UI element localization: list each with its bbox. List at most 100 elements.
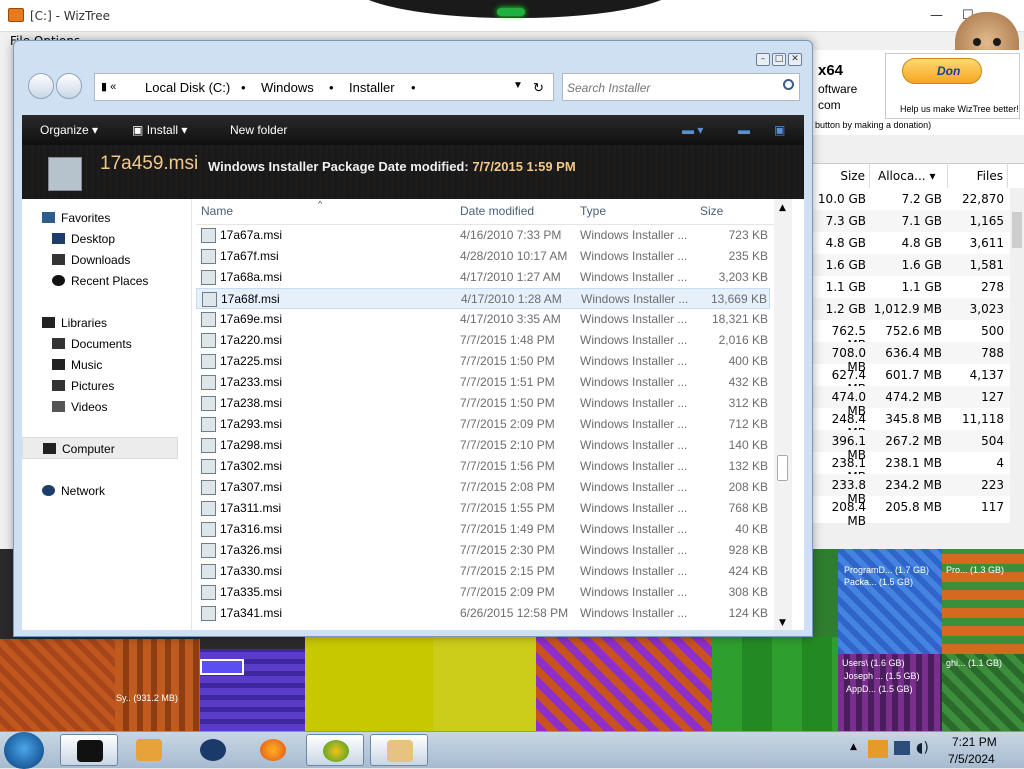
nav-network[interactable]: Network (42, 484, 105, 498)
nav-music[interactable]: Music (52, 358, 102, 372)
file-row[interactable]: 17a238.msi 7/7/2015 1:50 PM Windows Instal… (196, 393, 770, 414)
file-row[interactable]: 17a293.msi 7/7/2015 2:09 PM Windows Instal… (196, 414, 770, 435)
close-button[interactable]: ✕ (788, 53, 802, 66)
wiztree-row[interactable]: 4.8 GB 4.8 GB 3,611 (812, 232, 1024, 254)
taskbar-media-player[interactable] (120, 734, 178, 766)
search-icon[interactable] (783, 79, 794, 90)
file-row[interactable]: 17a220.msi 7/7/2015 1:48 PM Windows Instal… (196, 330, 770, 351)
minimize-icon[interactable]: — (930, 8, 943, 23)
view-icon[interactable]: ▬ ▾ (682, 123, 703, 137)
file-row[interactable]: 17a335.msi 7/7/2015 2:09 PM Windows Instal… (196, 582, 770, 603)
wiztree-row[interactable]: 7.3 GB 7.1 GB 1,165 (812, 210, 1024, 232)
file-row[interactable]: 17a67a.msi 4/16/2010 7:33 PM Windows Insta… (196, 225, 770, 246)
file-row[interactable]: 17a225.msi 7/7/2015 1:50 PM Windows Instal… (196, 351, 770, 372)
wiztree-row[interactable]: 396.1 MB 267.2 MB 504 (812, 430, 1024, 462)
wiztree-row[interactable]: 708.0 MB 636.4 MB 788 (812, 342, 1024, 374)
install-button[interactable]: ▣ Install ▾ (132, 123, 187, 137)
nav-pictures[interactable]: Pictures (52, 379, 114, 393)
clock-time[interactable]: 7:21 PM (952, 735, 997, 749)
scroll-thumb[interactable] (777, 455, 788, 481)
column-size[interactable]: Size (812, 164, 870, 188)
wiztree-row[interactable]: 762.5 MB752.6 MB500 (812, 320, 1024, 352)
taskbar-app-1[interactable] (60, 734, 118, 766)
tray-app-icon[interactable] (868, 740, 888, 758)
crumb-installer[interactable]: Installer (349, 80, 395, 95)
taskbar-firefox[interactable] (244, 734, 302, 766)
volume-icon[interactable]: ◖) (916, 740, 929, 756)
new-folder-button[interactable]: New folder (230, 123, 287, 137)
start-button[interactable] (4, 732, 44, 769)
donate-button[interactable]: Don (902, 58, 982, 84)
maximize-button[interactable]: □ (772, 53, 786, 66)
file-row[interactable]: 17a302.msi 7/7/2015 1:56 PM Windows Instal… (196, 456, 770, 477)
treemap-block[interactable] (812, 549, 838, 637)
wiztree-row[interactable]: 1.6 GB 1.6 GB 1,581 (812, 254, 1024, 276)
crumb-arrow-icon[interactable]: • (241, 80, 246, 95)
scroll-up-icon[interactable]: ▲ (779, 203, 786, 213)
help-icon[interactable]: ▣ (774, 123, 785, 137)
taskbar-wiztree[interactable] (370, 734, 428, 766)
nav-downloads[interactable]: Downloads (52, 253, 130, 267)
scroll-thumb[interactable] (1012, 212, 1022, 248)
preview-pane-icon[interactable]: ▬ (738, 123, 750, 137)
treemap-block[interactable] (305, 637, 433, 731)
wiztree-row[interactable]: 1.1 GB 1.1 GB 278 (812, 276, 1024, 298)
file-row[interactable]: 17a68f.msi 4/17/2010 1:28 AM Windows Insta… (196, 288, 770, 309)
clock-date[interactable]: 7/5/2024 (948, 752, 995, 766)
refresh-icon[interactable]: ↻ (533, 80, 544, 96)
treemap-selection[interactable] (200, 659, 244, 675)
file-row[interactable]: 17a233.msi 7/7/2015 1:51 PM Windows Instal… (196, 372, 770, 393)
column-name[interactable]: Name (201, 204, 233, 218)
nav-favorites[interactable]: Favorites (42, 211, 110, 225)
file-row[interactable]: 17a316.msi 7/7/2015 1:49 PM Windows Instal… (196, 519, 770, 540)
treemap-block[interactable] (433, 637, 536, 731)
treemap-block[interactable] (712, 637, 838, 731)
nav-videos[interactable]: Videos (52, 400, 107, 414)
address-bar[interactable]: ▮ « Local Disk (C:) • Windows • Installe… (94, 73, 554, 101)
column-files[interactable]: Files (948, 164, 1008, 188)
file-row[interactable]: 17a298.msi 7/7/2015 2:10 PM Windows Instal… (196, 435, 770, 456)
wiztree-scrollbar[interactable] (1010, 188, 1024, 523)
wiztree-row[interactable]: 1.2 GB 1,012.9 MB 3,023 (812, 298, 1024, 320)
crumb-local-disk[interactable]: Local Disk (C:) (145, 80, 230, 95)
crumb-windows[interactable]: Windows (261, 80, 314, 95)
file-list-scrollbar[interactable]: ▲ ▼ (774, 199, 792, 630)
wiztree-row[interactable]: 248.4 MB345.8 MB11,118 (812, 408, 1024, 440)
file-row[interactable]: 17a326.msi 7/7/2015 2:30 PM Windows Instal… (196, 540, 770, 561)
search-box[interactable] (562, 73, 800, 101)
tray-arrow-icon[interactable]: ▲ (850, 742, 857, 752)
nav-recent[interactable]: Recent Places (52, 274, 148, 288)
crumb-arrow-icon[interactable]: • (411, 80, 416, 95)
minimize-button[interactable]: – (756, 53, 770, 66)
wiztree-row[interactable]: 238.1 MB238.1 MB4 (812, 452, 1024, 484)
nav-desktop[interactable]: Desktop (52, 232, 115, 246)
treemap-block[interactable] (115, 639, 200, 731)
nav-libraries[interactable]: Libraries (42, 316, 107, 330)
wiztree-row[interactable]: 208.4 MB 205.8 MB 117 (812, 496, 1024, 528)
wiztree-row[interactable]: 474.0 MB 474.2 MB 127 (812, 386, 1024, 418)
wiztree-row[interactable]: 10.0 GB 7.2 GB 22,870 (812, 188, 1024, 210)
back-button[interactable] (28, 73, 54, 99)
file-row[interactable]: 17a341.msi 6/26/2015 12:58 PM Windows Inst… (196, 603, 770, 624)
network-tray-icon[interactable] (894, 741, 910, 755)
wiztree-row[interactable]: 233.8 MB 234.2 MB 223 (812, 474, 1024, 506)
file-row[interactable]: 17a307.msi 7/7/2015 2:08 PM Windows Instal… (196, 477, 770, 498)
file-row[interactable]: 17a67f.msi 4/28/2010 10:17 AM Windows Inst… (196, 246, 770, 267)
search-input[interactable] (567, 78, 777, 98)
nav-documents[interactable]: Documents (52, 337, 132, 351)
column-allocated[interactable]: Alloca... ▾ (870, 164, 948, 188)
column-date-modified[interactable]: Date modified (460, 204, 534, 218)
file-row[interactable]: 17a69e.msi 4/17/2010 3:35 AM Windows Insta… (196, 309, 770, 330)
forward-button[interactable] (56, 73, 82, 99)
organize-button[interactable]: Organize ▾ (40, 123, 98, 137)
crumb-arrow-icon[interactable]: • (329, 80, 334, 95)
file-row[interactable]: 17a68a.msi 4/17/2010 1:27 AM Windows Insta… (196, 267, 770, 288)
wiztree-row[interactable]: 627.4 MB601.7 MB4,137 (812, 364, 1024, 396)
treemap-block[interactable] (0, 639, 115, 731)
file-row[interactable]: 17a330.msi 7/7/2015 2:15 PM Windows Instal… (196, 561, 770, 582)
column-size[interactable]: Size (700, 204, 723, 218)
column-type[interactable]: Type (580, 204, 606, 218)
nav-computer[interactable]: Computer (22, 437, 178, 459)
treemap-block[interactable] (536, 637, 712, 731)
scroll-down-icon[interactable]: ▼ (779, 618, 786, 628)
